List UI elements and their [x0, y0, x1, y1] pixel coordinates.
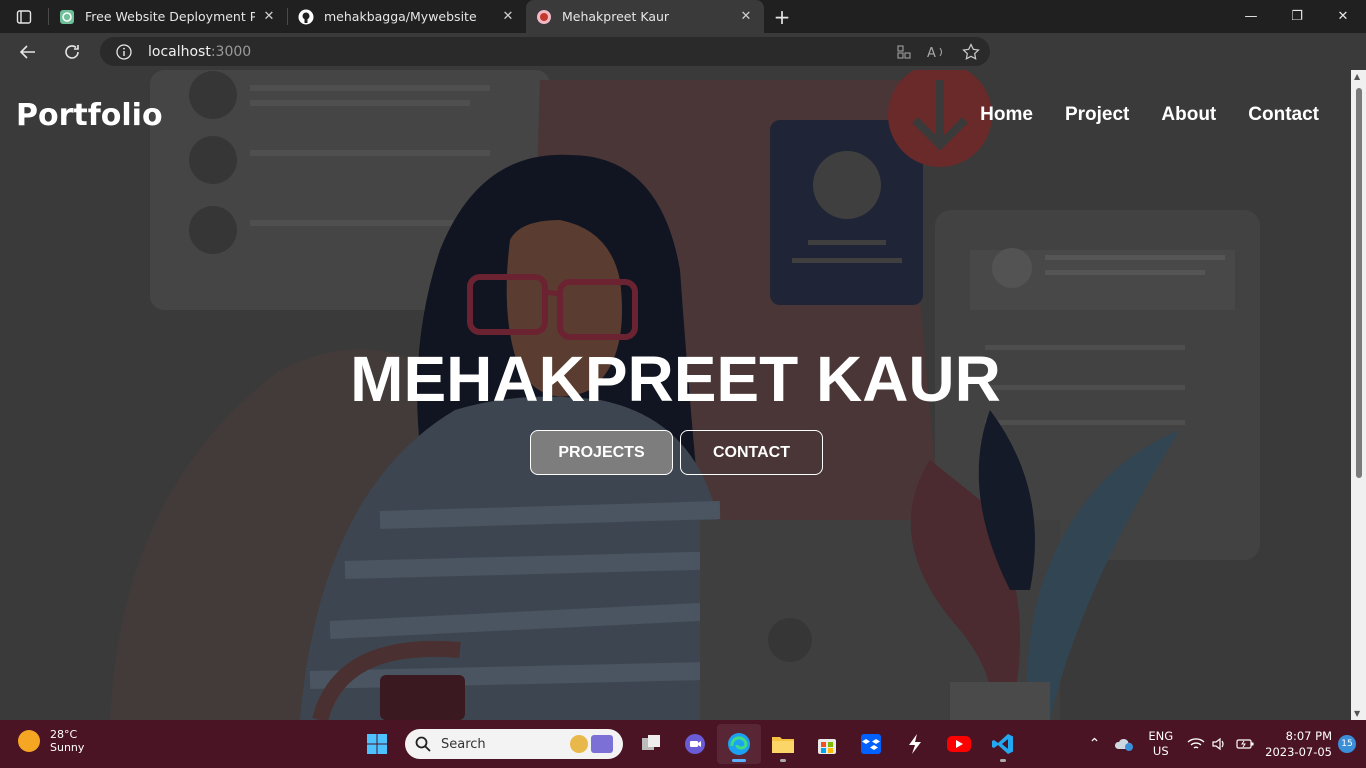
svg-text:A: A: [927, 46, 936, 60]
running-indicator: [780, 759, 786, 762]
refresh-button[interactable]: [50, 33, 94, 70]
tab-portfolio[interactable]: Mehakpreet Kaur ✕: [526, 0, 764, 33]
close-icon[interactable]: ✕: [261, 9, 277, 24]
render-icon: [60, 9, 74, 24]
chevron-up-icon[interactable]: ⌃: [1089, 736, 1101, 752]
tab-title: mehakbagga/Mywebsite: [324, 9, 477, 24]
scroll-down-icon[interactable]: ▼: [1354, 709, 1360, 718]
store-icon: [818, 739, 836, 754]
tab-github[interactable]: mehakbagga/Mywebsite ✕: [288, 0, 526, 33]
folder-icon: [772, 737, 794, 753]
weather-description: Sunny: [50, 741, 85, 754]
github-icon: [298, 9, 314, 24]
tab-render[interactable]: Free Website Deployment Platfor ✕: [49, 0, 287, 33]
app-available-icon[interactable]: [896, 44, 912, 60]
scrollbar-thumb[interactable]: [1356, 88, 1362, 478]
page-scrollbar[interactable]: ▲ ▼: [1351, 70, 1366, 720]
edge-taskbar-button[interactable]: [717, 724, 761, 764]
url-bar[interactable]: localhost:3000 A: [100, 37, 990, 66]
search-highlight-icon: [570, 735, 613, 753]
sun-icon: [18, 730, 40, 752]
task-view-button[interactable]: [629, 724, 673, 764]
back-arrow-icon: [19, 44, 35, 59]
refresh-icon: [65, 44, 79, 59]
plus-icon: +: [773, 4, 791, 29]
dropbox-button[interactable]: [849, 724, 893, 764]
language-code: ENG: [1148, 729, 1174, 743]
region-code: US: [1152, 744, 1169, 758]
volume-icon[interactable]: [1211, 737, 1229, 751]
page-viewport: Portfolio Home Project About Contact MEH…: [0, 70, 1351, 720]
battery-icon[interactable]: [1235, 737, 1255, 751]
nav-contact-link[interactable]: Contact: [1248, 104, 1319, 126]
search-placeholder: Search: [441, 736, 486, 752]
minimize-button[interactable]: —: [1228, 0, 1274, 33]
vscode-button[interactable]: [981, 724, 1025, 764]
projects-button[interactable]: PROJECTS: [530, 430, 673, 475]
search-icon: [415, 736, 431, 752]
close-icon[interactable]: ✕: [738, 9, 754, 24]
read-aloud-icon[interactable]: A: [926, 44, 948, 60]
hero-buttons: PROJECTS CONTACT: [530, 430, 823, 475]
tab-actions-icon: [16, 9, 32, 24]
windows-logo-icon: [367, 734, 387, 754]
close-icon: ✕: [1337, 9, 1349, 24]
url-port: :3000: [210, 43, 252, 60]
contact-button[interactable]: CONTACT: [680, 430, 823, 475]
lightning-app-icon: [909, 734, 921, 754]
clock-time: 8:07 PM: [1285, 729, 1332, 743]
restore-icon: ❐: [1291, 9, 1303, 24]
url-host: localhost: [148, 43, 211, 60]
task-view-icon: [642, 735, 660, 750]
window-controls: — ❐ ✕: [1228, 0, 1366, 33]
edge-icon: [728, 733, 750, 755]
site-favicon: [537, 9, 551, 24]
notification-badge[interactable]: 15: [1338, 735, 1356, 753]
vscode-icon: [992, 734, 1013, 754]
close-window-button[interactable]: ✕: [1320, 0, 1366, 33]
onedrive-icon[interactable]: [1114, 736, 1134, 752]
restore-button[interactable]: ❐: [1274, 0, 1320, 33]
tab-actions-button[interactable]: [0, 0, 48, 33]
clock-date: 2023-07-05: [1265, 745, 1332, 759]
site-navigation: Home Project About Contact: [980, 104, 1319, 126]
tab-title: Free Website Deployment Platfor: [85, 9, 255, 24]
clock[interactable]: 8:07 PM 2023-07-05: [1265, 728, 1332, 760]
close-icon[interactable]: ✕: [500, 9, 516, 24]
language-indicator[interactable]: ENG US: [1148, 729, 1173, 759]
url-actions: A: [896, 37, 980, 66]
nav-about-link[interactable]: About: [1161, 104, 1216, 126]
site-logo[interactable]: Portfolio: [16, 98, 163, 133]
favorite-star-icon[interactable]: [962, 42, 980, 61]
wifi-icon[interactable]: [1187, 737, 1205, 751]
dropbox-icon: [861, 734, 881, 754]
nav-home-link[interactable]: Home: [980, 104, 1033, 126]
chat-icon: [685, 734, 705, 754]
scroll-up-icon[interactable]: ▲: [1354, 72, 1360, 81]
new-tab-button[interactable]: +: [764, 0, 800, 33]
hero-title: MEHAKPREET KAUR: [350, 343, 1001, 415]
active-indicator: [732, 759, 746, 762]
tab-title: Mehakpreet Kaur: [562, 9, 670, 24]
weather-widget[interactable]: 28°C Sunny: [18, 728, 84, 754]
youtube-icon: [947, 736, 971, 752]
file-explorer-button[interactable]: [761, 724, 805, 764]
info-icon[interactable]: [116, 43, 132, 60]
running-indicator: [1000, 759, 1006, 762]
windows-taskbar: 28°C Sunny Search ⌃ ENG US 8:07 PM 2023-…: [0, 720, 1366, 768]
taskbar-apps: Search: [355, 724, 1025, 764]
taskbar-search[interactable]: Search: [405, 729, 623, 759]
address-toolbar: localhost:3000 A ···: [0, 33, 1366, 98]
weather-temperature: 28°C: [50, 728, 78, 741]
store-button[interactable]: [805, 724, 849, 764]
youtube-button[interactable]: [937, 724, 981, 764]
minimize-icon: —: [1244, 9, 1258, 24]
app-button[interactable]: [893, 724, 937, 764]
system-tray: ⌃ ENG US 8:07 PM 2023-07-05 15: [1089, 720, 1366, 768]
browser-tab-bar: Free Website Deployment Platfor ✕ mehakb…: [0, 0, 1366, 33]
back-button[interactable]: [6, 33, 50, 70]
start-button[interactable]: [355, 724, 399, 764]
teams-chat-button[interactable]: [673, 724, 717, 764]
nav-project-link[interactable]: Project: [1065, 104, 1129, 126]
